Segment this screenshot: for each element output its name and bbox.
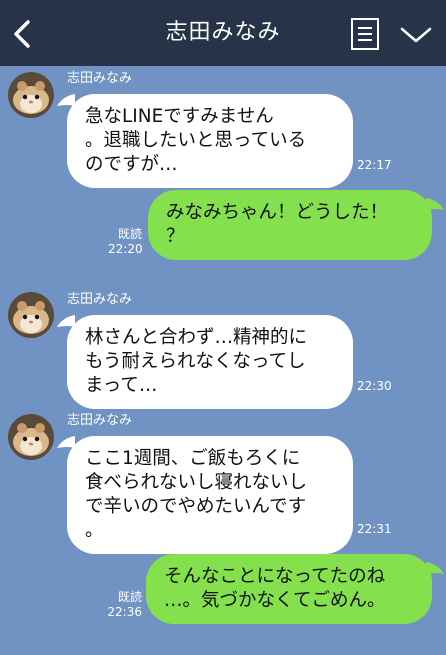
bubble-tail (426, 562, 444, 574)
hamster-avatar-icon (8, 72, 54, 118)
message-time: 22:17 (357, 158, 392, 172)
sender-name: 志田みなみ (67, 292, 133, 307)
message-bubble-outgoing[interactable]: みなみちゃん！どうした！ ？ (148, 190, 432, 260)
message-time: 22:31 (357, 522, 392, 536)
sender-name: 志田みなみ (67, 71, 133, 86)
hamster-avatar-icon (8, 414, 54, 460)
message-time: 22:36 (107, 605, 142, 619)
message-bubble-outgoing[interactable]: そんなことになってたのね …。気づかなくてごめん。 (146, 554, 432, 624)
message-bubble-incoming[interactable]: ここ1週間、ご飯もろくに 食べられないし寝れないし で辛いのでやめたいんです 。 (67, 436, 353, 554)
read-status: 既読 (117, 590, 142, 604)
message-time: 22:30 (357, 379, 392, 393)
chevron-down-icon[interactable] (399, 24, 433, 46)
notes-icon[interactable] (350, 17, 380, 51)
chat-header: 志田みなみ (0, 0, 446, 66)
sender-name: 志田みなみ (67, 413, 133, 428)
avatar[interactable] (8, 414, 54, 460)
message-bubble-incoming[interactable]: 林さんと合わず…精神的に もう耐えられなくなってし まって… (67, 315, 353, 409)
message-bubble-incoming[interactable]: 急なLINEですみません 。退職したいと思っている のですが… (67, 94, 353, 188)
hamster-avatar-icon (8, 292, 54, 338)
message-time: 22:20 (108, 242, 143, 256)
read-status: 既読 (117, 227, 142, 241)
bubble-tail (426, 198, 444, 210)
chat-area[interactable]: 志田みなみ 急なLINEですみません 。退職したいと思っている のですが… 22… (0, 66, 446, 655)
avatar[interactable] (8, 72, 54, 118)
avatar[interactable] (8, 292, 54, 338)
